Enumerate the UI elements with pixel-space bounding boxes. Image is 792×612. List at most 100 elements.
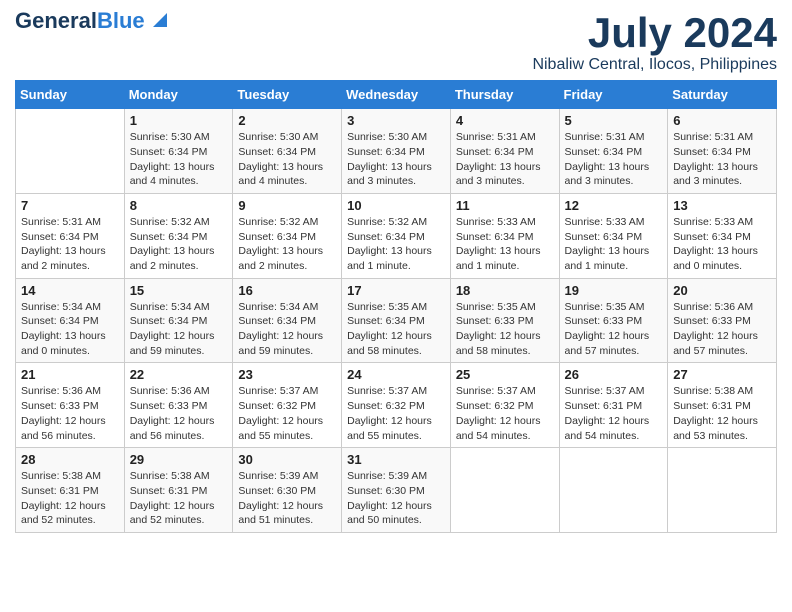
day-number: 9 [238, 198, 336, 213]
day-detail: Sunrise: 5:33 AM Sunset: 6:34 PM Dayligh… [565, 215, 663, 274]
calendar-cell [559, 448, 668, 533]
day-number: 24 [347, 367, 445, 382]
calendar-cell [668, 448, 777, 533]
calendar-cell: 19 Sunrise: 5:35 AM Sunset: 6:33 PM Dayli… [559, 278, 668, 363]
weekday-header: Friday [559, 81, 668, 109]
calendar-cell: 11 Sunrise: 5:33 AM Sunset: 6:34 PM Dayli… [450, 193, 559, 278]
calendar-cell: 16Sunrise: 5:34 AM Sunset: 6:34 PM Dayli… [233, 278, 342, 363]
day-detail: Sunrise: 5:35 AM Sunset: 6:33 PM Dayligh… [565, 300, 663, 359]
calendar-cell: 31Sunrise: 5:39 AM Sunset: 6:30 PM Dayli… [342, 448, 451, 533]
day-detail: Sunrise: 5:36 AM Sunset: 6:33 PM Dayligh… [673, 300, 771, 359]
day-detail: Sunrise: 5:31 AM Sunset: 6:34 PM Dayligh… [565, 130, 663, 189]
day-number: 12 [565, 198, 663, 213]
day-detail: Sunrise: 5:35 AM Sunset: 6:34 PM Dayligh… [347, 300, 445, 359]
calendar-cell [16, 109, 125, 194]
calendar-cell: 26 Sunrise: 5:37 AM Sunset: 6:31 PM Dayli… [559, 363, 668, 448]
day-number: 26 [565, 367, 663, 382]
day-number: 27 [673, 367, 771, 382]
day-detail: Sunrise: 5:37 AM Sunset: 6:32 PM Dayligh… [347, 384, 445, 443]
day-number: 8 [130, 198, 228, 213]
main-title: July 2024 [532, 10, 777, 56]
title-block: July 2024 Nibaliw Central, Ilocos, Phili… [532, 10, 777, 74]
day-detail: Sunrise: 5:37 AM Sunset: 6:31 PM Dayligh… [565, 384, 663, 443]
day-detail: Sunrise: 5:32 AM Sunset: 6:34 PM Dayligh… [238, 215, 336, 274]
day-number: 5 [565, 113, 663, 128]
day-detail: Sunrise: 5:39 AM Sunset: 6:30 PM Dayligh… [238, 469, 336, 528]
calendar-cell: 7 Sunrise: 5:31 AM Sunset: 6:34 PM Daylig… [16, 193, 125, 278]
day-detail: Sunrise: 5:38 AM Sunset: 6:31 PM Dayligh… [21, 469, 119, 528]
day-detail: Sunrise: 5:34 AM Sunset: 6:34 PM Dayligh… [21, 300, 119, 359]
calendar-cell: 4 Sunrise: 5:31 AM Sunset: 6:34 PM Daylig… [450, 109, 559, 194]
day-number: 10 [347, 198, 445, 213]
weekday-header: Monday [124, 81, 233, 109]
calendar-week-row: 1Sunrise: 5:30 AM Sunset: 6:34 PM Daylig… [16, 109, 777, 194]
calendar-cell [450, 448, 559, 533]
day-number: 4 [456, 113, 554, 128]
calendar-cell: 25 Sunrise: 5:37 AM Sunset: 6:32 PM Dayli… [450, 363, 559, 448]
calendar-cell: 14Sunrise: 5:34 AM Sunset: 6:34 PM Dayli… [16, 278, 125, 363]
day-detail: Sunrise: 5:37 AM Sunset: 6:32 PM Dayligh… [456, 384, 554, 443]
calendar-cell: 30 Sunrise: 5:39 AM Sunset: 6:30 PM Dayli… [233, 448, 342, 533]
day-detail: Sunrise: 5:33 AM Sunset: 6:34 PM Dayligh… [456, 215, 554, 274]
calendar-cell: 5 Sunrise: 5:31 AM Sunset: 6:34 PM Daylig… [559, 109, 668, 194]
day-detail: Sunrise: 5:32 AM Sunset: 6:34 PM Dayligh… [130, 215, 228, 274]
calendar-cell: 20 Sunrise: 5:36 AM Sunset: 6:33 PM Dayli… [668, 278, 777, 363]
day-number: 7 [21, 198, 119, 213]
weekday-header: Saturday [668, 81, 777, 109]
calendar-cell: 21 Sunrise: 5:36 AM Sunset: 6:33 PM Dayli… [16, 363, 125, 448]
day-number: 21 [21, 367, 119, 382]
weekday-header: Sunday [16, 81, 125, 109]
calendar-cell: 18Sunrise: 5:35 AM Sunset: 6:33 PM Dayli… [450, 278, 559, 363]
day-detail: Sunrise: 5:30 AM Sunset: 6:34 PM Dayligh… [238, 130, 336, 189]
weekday-header: Tuesday [233, 81, 342, 109]
calendar-cell: 12 Sunrise: 5:33 AM Sunset: 6:34 PM Dayli… [559, 193, 668, 278]
subtitle: Nibaliw Central, Ilocos, Philippines [532, 56, 777, 74]
calendar-header-row: SundayMondayTuesdayWednesdayThursdayFrid… [16, 81, 777, 109]
logo: GeneralBlue [15, 10, 167, 32]
day-detail: Sunrise: 5:30 AM Sunset: 6:34 PM Dayligh… [130, 130, 228, 189]
day-number: 31 [347, 452, 445, 467]
calendar-week-row: 28Sunrise: 5:38 AM Sunset: 6:31 PM Dayli… [16, 448, 777, 533]
day-number: 13 [673, 198, 771, 213]
calendar-week-row: 7 Sunrise: 5:31 AM Sunset: 6:34 PM Daylig… [16, 193, 777, 278]
day-detail: Sunrise: 5:33 AM Sunset: 6:34 PM Dayligh… [673, 215, 771, 274]
day-detail: Sunrise: 5:37 AM Sunset: 6:32 PM Dayligh… [238, 384, 336, 443]
day-detail: Sunrise: 5:31 AM Sunset: 6:34 PM Dayligh… [673, 130, 771, 189]
day-number: 20 [673, 283, 771, 298]
day-number: 25 [456, 367, 554, 382]
day-number: 11 [456, 198, 554, 213]
day-number: 15 [130, 283, 228, 298]
page-header: GeneralBlue July 2024 Nibaliw Central, I… [15, 10, 777, 74]
day-number: 22 [130, 367, 228, 382]
calendar-cell: 27Sunrise: 5:38 AM Sunset: 6:31 PM Dayli… [668, 363, 777, 448]
day-number: 19 [565, 283, 663, 298]
calendar-table: SundayMondayTuesdayWednesdayThursdayFrid… [15, 80, 777, 533]
day-detail: Sunrise: 5:32 AM Sunset: 6:34 PM Dayligh… [347, 215, 445, 274]
calendar-cell: 9 Sunrise: 5:32 AM Sunset: 6:34 PM Daylig… [233, 193, 342, 278]
calendar-cell: 10 Sunrise: 5:32 AM Sunset: 6:34 PM Dayli… [342, 193, 451, 278]
day-detail: Sunrise: 5:31 AM Sunset: 6:34 PM Dayligh… [456, 130, 554, 189]
calendar-week-row: 14Sunrise: 5:34 AM Sunset: 6:34 PM Dayli… [16, 278, 777, 363]
day-detail: Sunrise: 5:38 AM Sunset: 6:31 PM Dayligh… [130, 469, 228, 528]
day-number: 30 [238, 452, 336, 467]
calendar-cell: 29Sunrise: 5:38 AM Sunset: 6:31 PM Dayli… [124, 448, 233, 533]
calendar-cell: 22 Sunrise: 5:36 AM Sunset: 6:33 PM Dayli… [124, 363, 233, 448]
day-number: 17 [347, 283, 445, 298]
day-number: 3 [347, 113, 445, 128]
weekday-header: Thursday [450, 81, 559, 109]
day-detail: Sunrise: 5:34 AM Sunset: 6:34 PM Dayligh… [130, 300, 228, 359]
day-detail: Sunrise: 5:36 AM Sunset: 6:33 PM Dayligh… [21, 384, 119, 443]
calendar-cell: 15 Sunrise: 5:34 AM Sunset: 6:34 PM Dayli… [124, 278, 233, 363]
logo-icon [147, 9, 167, 29]
day-detail: Sunrise: 5:36 AM Sunset: 6:33 PM Dayligh… [130, 384, 228, 443]
calendar-cell: 6Sunrise: 5:31 AM Sunset: 6:34 PM Daylig… [668, 109, 777, 194]
day-number: 16 [238, 283, 336, 298]
calendar-cell: 28Sunrise: 5:38 AM Sunset: 6:31 PM Dayli… [16, 448, 125, 533]
day-number: 23 [238, 367, 336, 382]
calendar-cell: 13 Sunrise: 5:33 AM Sunset: 6:34 PM Dayli… [668, 193, 777, 278]
calendar-cell: 3Sunrise: 5:30 AM Sunset: 6:34 PM Daylig… [342, 109, 451, 194]
day-detail: Sunrise: 5:31 AM Sunset: 6:34 PM Dayligh… [21, 215, 119, 274]
calendar-cell: 24 Sunrise: 5:37 AM Sunset: 6:32 PM Dayli… [342, 363, 451, 448]
weekday-header: Wednesday [342, 81, 451, 109]
calendar-cell: 23 Sunrise: 5:37 AM Sunset: 6:32 PM Dayli… [233, 363, 342, 448]
